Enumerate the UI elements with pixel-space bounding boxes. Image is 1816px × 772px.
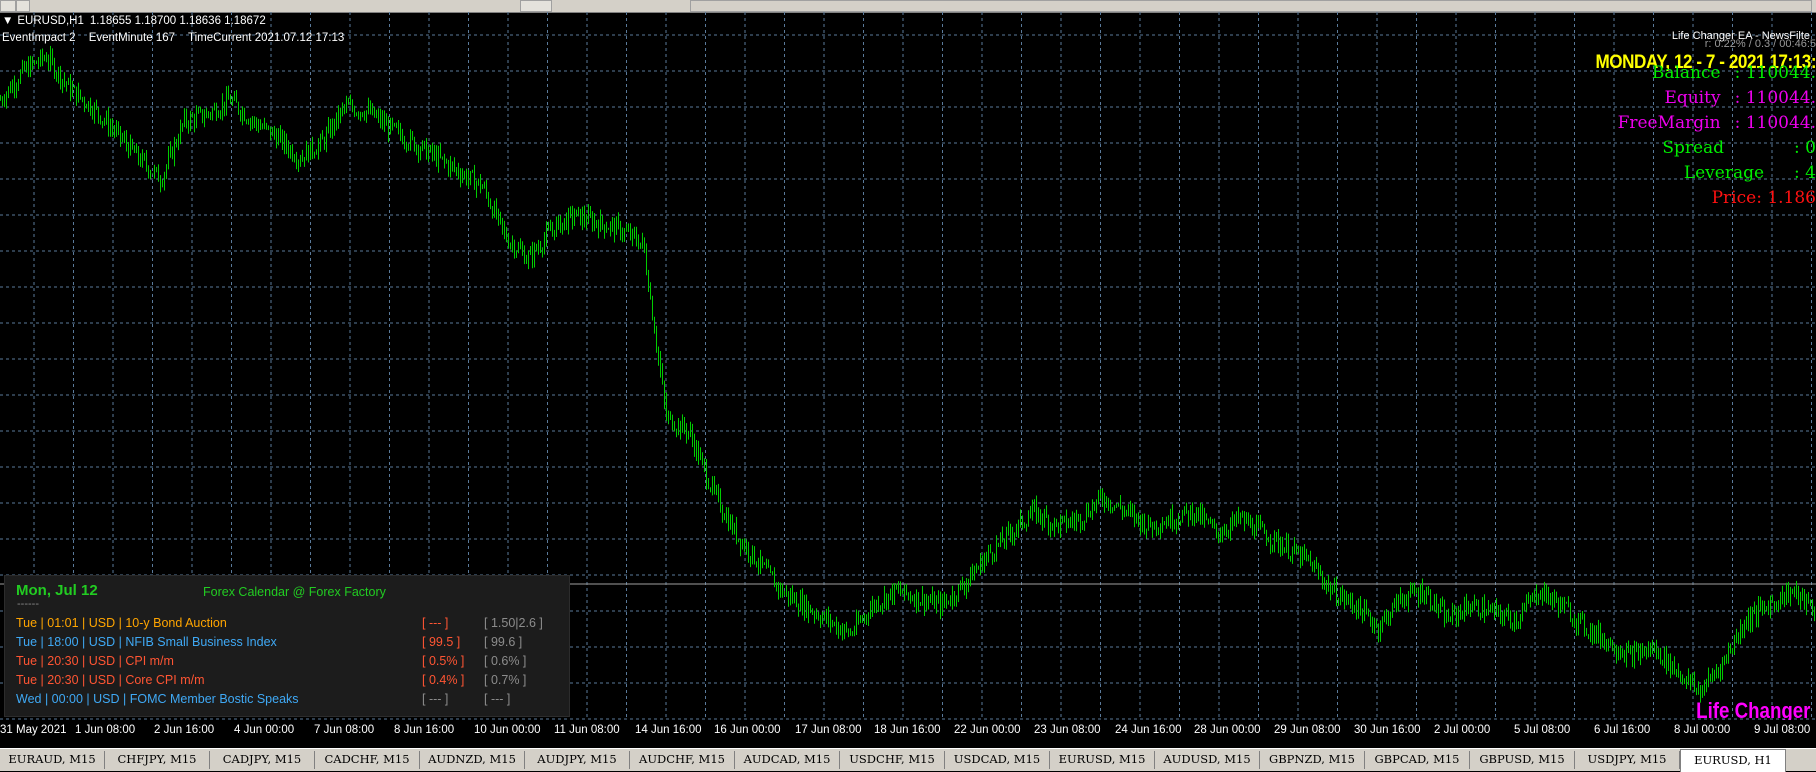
time-axis-label: 1 Jun 08:00 (75, 724, 136, 736)
event-forecast: [ 99.6 ] (484, 635, 523, 649)
calendar-event-row: Wed | 00:00 | USD | FOMC Member Bostic S… (16, 692, 510, 708)
chart-tab[interactable]: CADJPY, M15 (210, 751, 315, 769)
symbol-title: EURUSD,H1 (17, 15, 84, 27)
freemargin-value: : 110044. (1734, 113, 1816, 133)
event-forecast: [ --- ] (484, 692, 511, 706)
leverage-label: Leverage (1683, 163, 1765, 183)
chart-tab[interactable]: EURUSD, H1 (1680, 749, 1786, 772)
price-value: : 1.186 (1756, 188, 1816, 208)
chart-tab[interactable]: AUDCHF, M15 (630, 751, 735, 769)
spread-row: Spread : 0 (1662, 138, 1816, 158)
leverage-value: : 4 (1794, 163, 1816, 183)
calendar-title: Forex Calendar @ Forex Factory (203, 585, 386, 599)
time-axis-label: 7 Jun 08:00 (314, 724, 375, 736)
toolbar-button[interactable] (16, 0, 30, 12)
ohlc-values: 1.18655 1.18700 1.18636 1.18672 (89, 15, 266, 27)
event-minute: EventMinute 167 (88, 32, 176, 44)
time-axis-label: 6 Jul 16:00 (1594, 724, 1651, 736)
event-info: EventImpact 2 EventMinute 167 TimeCurren… (2, 32, 354, 44)
symbol-info: ▼ EURUSD,H1 1.18655 1.18700 1.18636 1.1867… (2, 15, 276, 27)
forex-calendar-panel: Mon, Jul 12 Forex Calendar @ Forex Facto… (4, 575, 570, 717)
leverage-row: Leverage : 4 (1684, 163, 1816, 183)
time-axis-label: 18 Jun 16:00 (874, 724, 941, 736)
chart-tab[interactable]: GBPUSD, M15 (1470, 751, 1575, 769)
equity-row: Equity : 110044. (1664, 88, 1816, 108)
chart-tab[interactable]: EURUSD, M15 (1050, 751, 1155, 769)
time-axis-label: 8 Jul 00:00 (1674, 724, 1731, 736)
event-actual: [ 99.5 ] (422, 635, 461, 649)
spread-value: : 0 (1794, 138, 1816, 158)
time-axis-label: 22 Jun 00:00 (954, 724, 1021, 736)
event-forecast: [ 0.7% ] (484, 673, 527, 687)
chart-tab[interactable]: USDJPY, M15 (1575, 751, 1680, 769)
chart-tab[interactable]: USDCHF, M15 (840, 751, 945, 769)
calendar-event-row: Tue | 18:00 | USD | NFIB Small Business … (16, 635, 522, 651)
chart-tab[interactable]: CADCHF, M15 (315, 751, 420, 769)
ea-subline: r: 0.22% / 0.3 / 00:46:5 (1704, 38, 1816, 50)
time-axis-label: 2 Jun 16:00 (154, 724, 215, 736)
balance-value: : 110044. (1734, 63, 1816, 83)
time-axis-label: 23 Jun 08:00 (1034, 724, 1101, 736)
time-axis-label: 28 Jun 00:00 (1194, 724, 1261, 736)
event-forecast: [ 1.50|2.6 ] (484, 616, 543, 630)
calendar-event-row: Tue | 01:01 | USD | 10-y Bond Auction [ -… (16, 616, 543, 632)
time-axis-label: 10 Jun 00:00 (474, 724, 541, 736)
freemargin-row: FreeMargin : 110044. (1618, 113, 1816, 133)
chart-tabs-bar: EURAUD, M15 CHFJPY, M15 CADJPY, M15 CADCHF,… (0, 748, 1816, 772)
time-axis-label: 29 Jun 08:00 (1274, 724, 1341, 736)
toolbar-area (690, 0, 1812, 12)
time-axis-label: 2 Jul 00:00 (1434, 724, 1491, 736)
chart-tab[interactable]: AUDCAD, M15 (735, 751, 840, 769)
event-actual: [ 0.5% ] (422, 654, 465, 668)
event-actual: [ 0.4% ] (422, 673, 465, 687)
time-axis-label: 24 Jun 16:00 (1115, 724, 1182, 736)
event-text: Tue | 20:30 | USD | Core CPI m/m (16, 673, 205, 687)
time-axis-label: 31 May 2021 (0, 724, 67, 736)
price-row: Price: 1.186 (1712, 188, 1816, 208)
equity-label: Equity (1664, 88, 1721, 108)
time-current: TimeCurrent 2021.07.12 17:13 (188, 32, 345, 44)
calendar-event-row: Tue | 20:30 | USD | Core CPI m/m [ 0.4% ]… (16, 673, 526, 689)
time-axis-label: 16 Jun 00:00 (714, 724, 781, 736)
time-axis-label: 5 Jul 08:00 (1514, 724, 1571, 736)
balance-label: Balance (1651, 63, 1721, 83)
chart-tab[interactable]: USDCAD, M15 (945, 751, 1050, 769)
freemargin-label: FreeMargin (1617, 113, 1721, 133)
chart-tab[interactable]: AUDNZD, M15 (420, 751, 525, 769)
spread-label: Spread (1662, 138, 1725, 158)
toolbar-button[interactable] (0, 0, 16, 12)
calendar-separator: ------ (17, 598, 39, 610)
calendar-date: Mon, Jul 12 (16, 582, 98, 599)
time-axis-label: 14 Jun 16:00 (635, 724, 702, 736)
event-text: Tue | 20:30 | USD | CPI m/m (16, 654, 174, 668)
event-text: Tue | 18:00 | USD | NFIB Small Business … (16, 635, 277, 649)
equity-value: : 110044. (1734, 88, 1816, 108)
event-text: Wed | 00:00 | USD | FOMC Member Bostic S… (16, 692, 299, 706)
collapse-triangle-icon[interactable]: ▼ (2, 15, 13, 27)
chart-tab[interactable]: CHFJPY, M15 (105, 751, 210, 769)
chart-tab[interactable]: EURAUD, M15 (0, 751, 105, 769)
time-axis-label: 17 Jun 08:00 (795, 724, 862, 736)
event-text: Tue | 01:01 | USD | 10-y Bond Auction (16, 616, 227, 630)
chart-tab[interactable]: AUDJPY, M15 (525, 751, 630, 769)
time-axis[interactable]: 31 May 2021 1 Jun 08:00 2 Jun 16:00 4 Jun 0… (0, 720, 1816, 742)
balance-row: Balance : 110044. (1652, 63, 1816, 83)
chart-tab[interactable]: GBPCAD, M15 (1365, 751, 1470, 769)
toolbar-field[interactable] (520, 0, 552, 12)
event-actual: [ --- ] (422, 692, 449, 706)
calendar-event-row: Tue | 20:30 | USD | CPI m/m [ 0.5% ] [ 0.6… (16, 654, 526, 670)
event-impact: EventImpact 2 (2, 32, 76, 44)
time-axis-label: 11 Jun 08:00 (554, 724, 620, 736)
time-axis-label: 9 Jul 08:00 (1754, 724, 1811, 736)
chart-tab[interactable]: AUDUSD, M15 (1155, 751, 1260, 769)
event-actual: [ --- ] (422, 616, 449, 630)
time-axis-label: 8 Jun 16:00 (394, 724, 455, 736)
time-axis-label: 30 Jun 16:00 (1354, 724, 1421, 736)
chart-tab[interactable]: GBPNZD, M15 (1260, 751, 1365, 769)
event-forecast: [ 0.6% ] (484, 654, 527, 668)
price-label: Price (1711, 188, 1757, 208)
time-axis-label: 4 Jun 00:00 (234, 724, 295, 736)
